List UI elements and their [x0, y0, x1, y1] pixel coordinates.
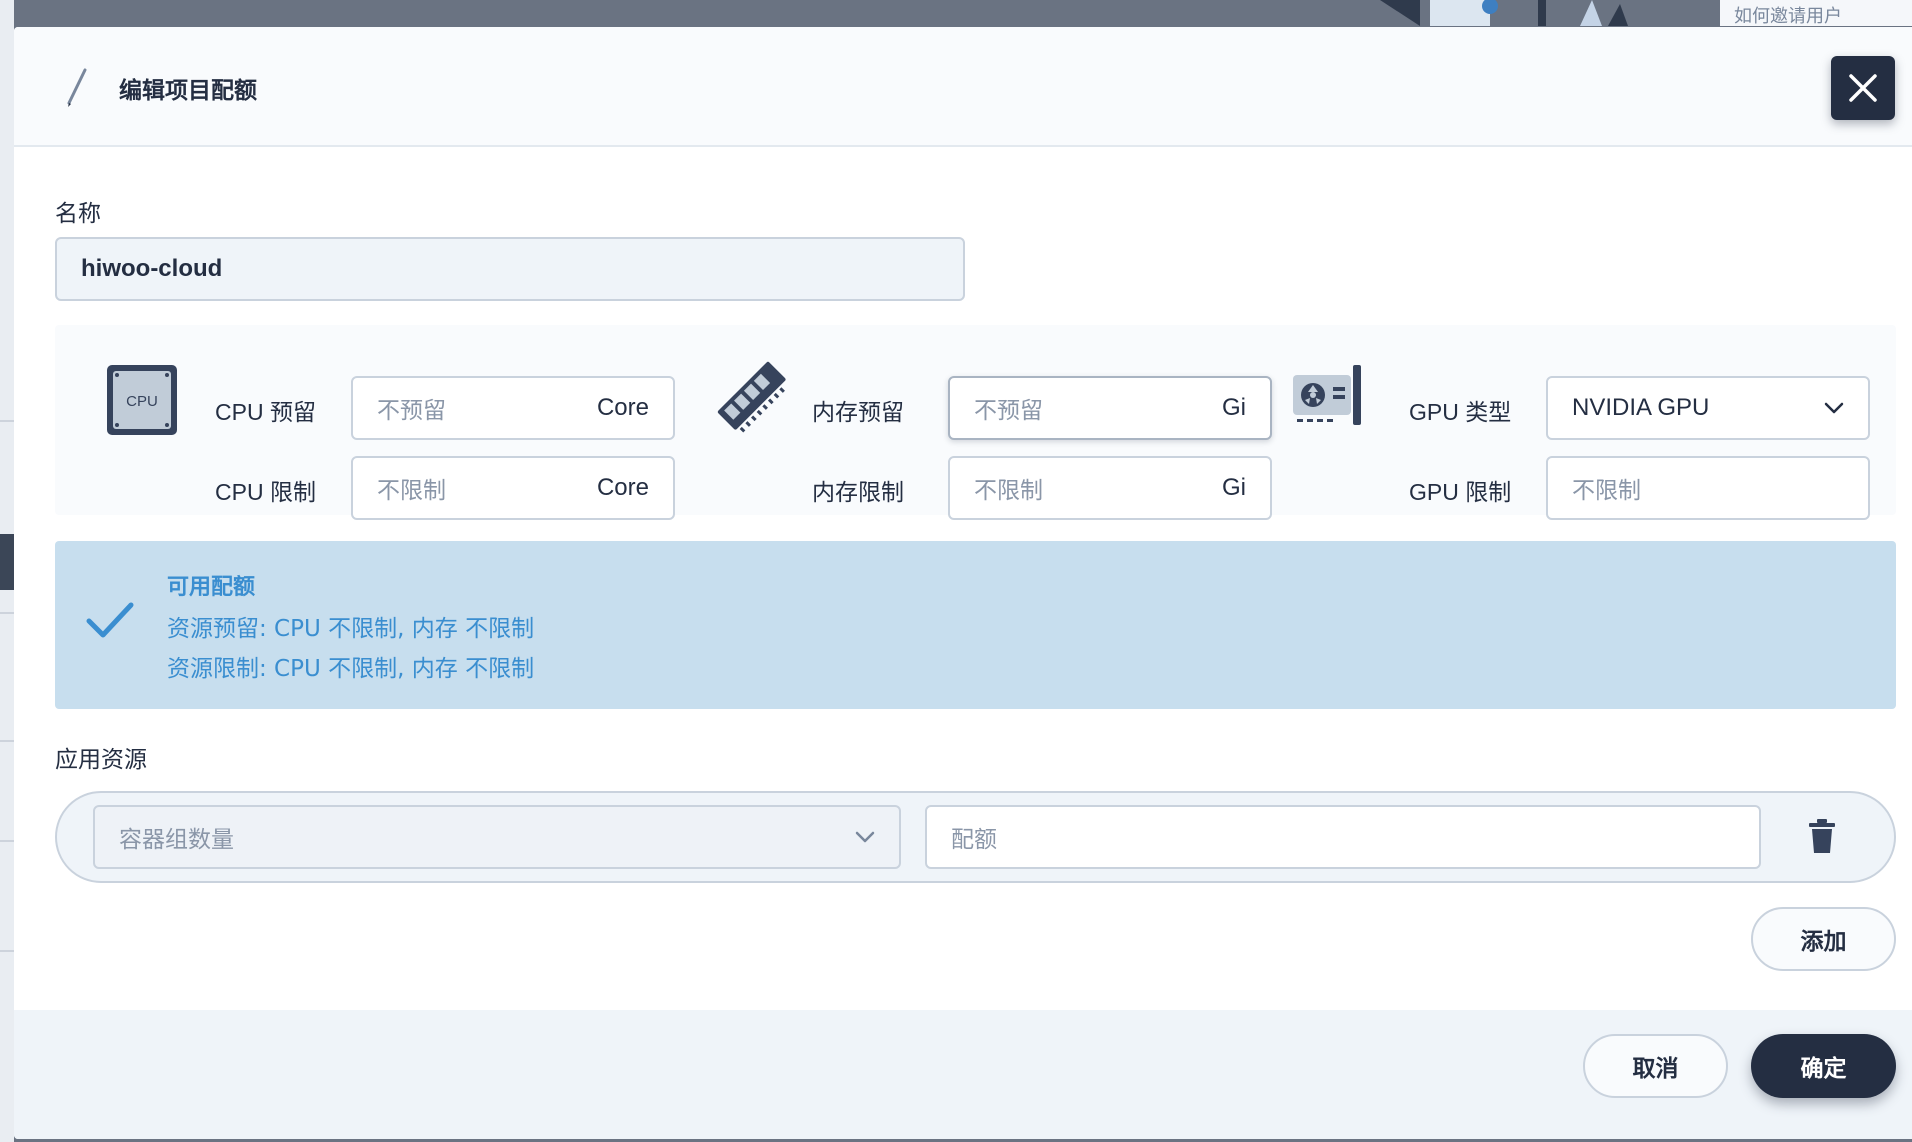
gpu-type-select[interactable]: NVIDIA GPU	[1546, 376, 1870, 440]
resource-quota-input[interactable]: 配额	[925, 805, 1761, 869]
svg-text:CPU: CPU	[126, 393, 158, 410]
dialog-title: 编辑项目配额	[119, 78, 257, 104]
memory-reserve-placeholder: 不预留	[974, 397, 1043, 423]
cpu-reserve-label: CPU 预留	[215, 399, 316, 425]
app-resources-label: 应用资源	[55, 747, 147, 773]
name-value: hiwoo-cloud	[81, 255, 223, 282]
resource-type-placeholder: 容器组数量	[119, 827, 234, 853]
reserve-summary: 资源预留: CPU 不限制, 内存 不限制	[167, 616, 535, 642]
cpu-reserve-input[interactable]: 不预留 Core	[351, 376, 675, 440]
cpu-limit-label: CPU 限制	[215, 479, 316, 505]
chevron-down-icon	[855, 831, 875, 843]
available-quota-title: 可用配额	[167, 575, 256, 600]
resource-type-select[interactable]: 容器组数量	[93, 805, 901, 869]
memory-limit-unit: Gi	[1222, 474, 1246, 501]
cpu-reserve-unit: Core	[596, 394, 649, 421]
trash-icon[interactable]	[1809, 819, 1835, 853]
memory-reserve-label: 内存预留	[812, 399, 904, 425]
edit-quota-dialog: 编辑项目配额 名称 hiwoo-cloud CPU CPU 预留 不预留 Cor…	[14, 27, 1912, 1139]
resource-quota-panel: CPU CPU 预留 不预留 Core CPU 限制 不限制 Core 内存预留…	[55, 325, 1896, 520]
close-button[interactable]	[1831, 56, 1895, 120]
gpu-icon	[1293, 365, 1361, 425]
memory-limit-placeholder: 不限制	[974, 477, 1043, 503]
close-icon	[1849, 74, 1877, 102]
limit-summary: 资源限制: CPU 不限制, 内存 不限制	[167, 656, 535, 682]
dialog-header: 编辑项目配额	[14, 27, 1912, 147]
background-illustration	[1380, 0, 1628, 26]
background-sidebar	[0, 0, 14, 1142]
name-label: 名称	[55, 201, 101, 227]
cpu-reserve-placeholder: 不预留	[377, 397, 446, 423]
available-quota-notice: 可用配额 资源预留: CPU 不限制, 内存 不限制 资源限制: CPU 不限制…	[55, 541, 1896, 709]
cpu-limit-input[interactable]: 不限制 Core	[351, 456, 675, 520]
memory-reserve-unit: Gi	[1222, 394, 1246, 421]
dialog-footer: 取消 确定	[14, 1010, 1912, 1139]
pencil-icon	[67, 68, 87, 107]
memory-limit-label: 内存限制	[812, 479, 904, 505]
resource-quota-placeholder: 配额	[951, 827, 997, 853]
gpu-limit-placeholder: 不限制	[1572, 477, 1641, 503]
cpu-limit-placeholder: 不限制	[377, 477, 446, 503]
cpu-icon: CPU	[107, 365, 177, 435]
name-field[interactable]: hiwoo-cloud	[55, 237, 965, 301]
memory-limit-input[interactable]: 不限制 Gi	[948, 456, 1272, 520]
gpu-limit-input[interactable]: 不限制	[1546, 456, 1870, 520]
app-resource-row: 容器组数量 配额	[55, 791, 1896, 883]
gpu-type-label: GPU 类型	[1409, 399, 1512, 425]
gpu-type-value: NVIDIA GPU	[1572, 394, 1710, 421]
check-icon	[86, 602, 134, 638]
gpu-limit-label: GPU 限制	[1409, 479, 1512, 505]
cpu-limit-unit: Core	[596, 474, 649, 501]
add-resource-button[interactable]: 添加	[1751, 907, 1896, 971]
confirm-button[interactable]: 确定	[1751, 1034, 1896, 1098]
memory-icon	[717, 361, 786, 433]
cancel-button[interactable]: 取消	[1583, 1034, 1728, 1098]
background-help-link: 如何邀请用户	[1720, 0, 1912, 27]
chevron-down-icon	[1824, 402, 1844, 414]
memory-reserve-input[interactable]: 不预留 Gi	[948, 376, 1272, 440]
